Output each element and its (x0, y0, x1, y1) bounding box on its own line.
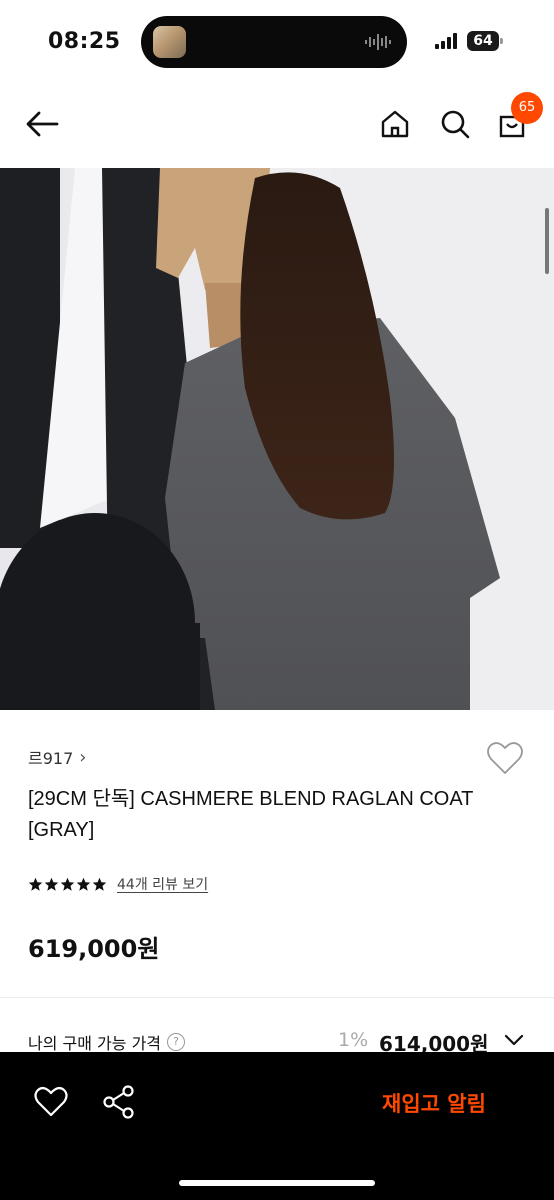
battery-icon: 64 (467, 31, 503, 51)
arrow-left-icon (26, 111, 59, 137)
star-icon (76, 877, 91, 891)
product-photo-illustration (0, 168, 554, 710)
cart-count-badge: 65 (511, 92, 543, 124)
divider (0, 997, 554, 998)
top-nav (0, 84, 554, 168)
chevron-down-icon[interactable] (504, 1032, 524, 1048)
restock-alert-button[interactable]: 재입고 알림 (382, 1088, 486, 1118)
search-icon (441, 110, 470, 139)
status-time: 08:25 (48, 29, 121, 54)
status-bar: 08:25 64 (0, 0, 554, 84)
back-button[interactable] (22, 104, 62, 144)
home-icon (381, 110, 409, 138)
dynamic-island (141, 16, 407, 68)
my-price-label: 나의 구매 가능 가격 (28, 1034, 162, 1053)
product-title: [29CM 단독] CASHMERE BLEND RAGLAN COAT [GR… (28, 788, 474, 841)
audio-wave-icon (365, 34, 391, 50)
now-playing-thumbnail (153, 26, 186, 58)
product-price: 619,000원 (28, 935, 160, 963)
brand-link[interactable]: 르917 › (28, 745, 86, 769)
brand-name: 르917 (28, 749, 74, 768)
cellular-signal-icon (435, 33, 457, 49)
star-icon (92, 877, 107, 891)
battery-level: 64 (467, 31, 499, 51)
help-icon[interactable]: ? (167, 1033, 186, 1051)
review-link[interactable]: 44개 리뷰 보기 (117, 874, 208, 894)
heart-icon[interactable] (34, 1086, 68, 1118)
search-button[interactable] (435, 104, 475, 144)
my-price-label-group: 나의 구매 가능 가격 ? (28, 1030, 186, 1054)
home-indicator (179, 1180, 375, 1186)
star-icon (28, 877, 43, 891)
discount-rate: 1% (338, 1029, 369, 1051)
chevron-right-icon: › (79, 746, 87, 768)
bottom-action-bar: 재입고 알림 (0, 1052, 554, 1200)
share-icon[interactable] (102, 1085, 136, 1119)
wishlist-heart-icon[interactable] (486, 740, 524, 776)
product-image[interactable] (0, 168, 554, 710)
rating-row: 44개 리뷰 보기 (28, 874, 208, 894)
star-icon (60, 877, 75, 891)
home-button[interactable] (375, 104, 415, 144)
star-icon (44, 877, 59, 891)
scroll-indicator (545, 208, 549, 274)
star-rating (28, 877, 107, 892)
